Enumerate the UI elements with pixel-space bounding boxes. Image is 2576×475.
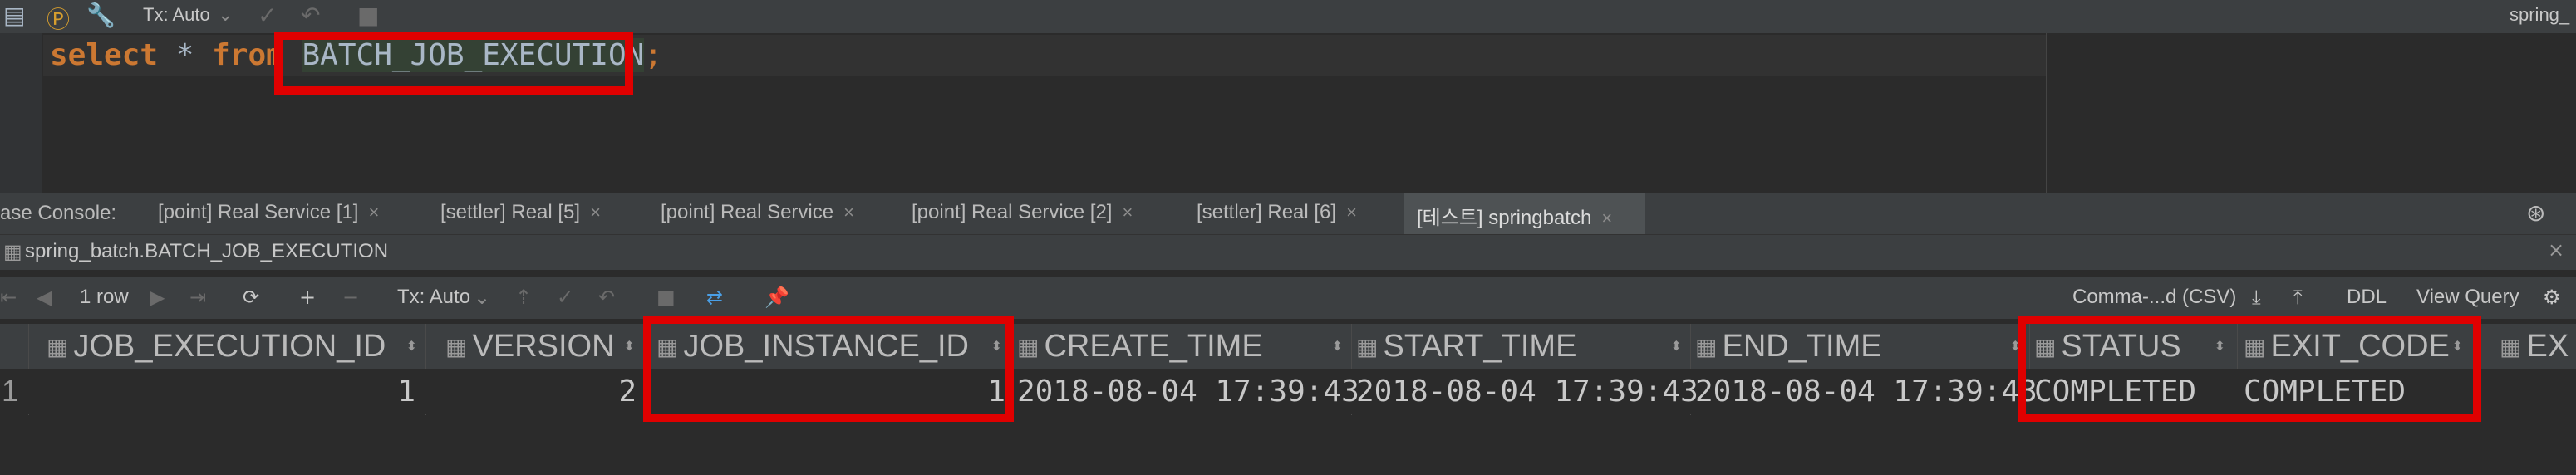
download-icon[interactable]: ⤓ [2252, 286, 2261, 309]
tab-label: [point] Real Service [2] [912, 201, 1113, 223]
cell-job-execution-id[interactable]: 1 [33, 369, 415, 414]
column-header[interactable]: ▦ EX [2500, 324, 2576, 369]
compare-icon[interactable]: ⇄ [706, 286, 723, 309]
column-header[interactable]: ▦ VERSION ⬍ [445, 324, 638, 369]
tab-settler-real-5[interactable]: [settler] Real [5] × [440, 201, 601, 224]
editor-gutter [0, 33, 42, 193]
tx-mode-select[interactable]: Tx: Auto [397, 286, 470, 309]
upload-icon[interactable]: ⤒ [2293, 286, 2303, 309]
row-count[interactable]: 1 row [80, 286, 129, 309]
close-icon[interactable]: × [1601, 208, 1612, 228]
project-name: spring_ [2510, 4, 2570, 25]
close-icon[interactable]: × [368, 202, 379, 223]
close-icon[interactable]: × [1122, 202, 1133, 223]
next-page-icon[interactable]: ▶ [150, 286, 165, 309]
column-icon: ▦ [1356, 332, 1379, 360]
first-page-icon[interactable]: ⇤ [0, 286, 17, 309]
add-row-icon[interactable]: + [299, 286, 316, 309]
column-icon: ▦ [445, 332, 468, 360]
tab-point-real-service-1[interactable]: [point] Real Service [1] × [158, 201, 379, 224]
close-icon[interactable]: × [590, 202, 601, 223]
keyword-select: select [50, 38, 159, 72]
ddl-button[interactable]: DDL [2347, 286, 2387, 309]
sort-icon[interactable]: ⬍ [1671, 338, 1682, 355]
tab-springbatch[interactable]: [테스트] springbatch × [1417, 201, 1612, 230]
settings-gear-icon[interactable]: ⚙ [2543, 286, 2561, 309]
tab-label: [settler] Real [6] [1197, 201, 1337, 223]
cell-create-time[interactable]: 2018-08-04 17:39:43 [1017, 369, 1359, 414]
wrench-icon[interactable]: 🔧 [86, 2, 116, 29]
last-page-icon[interactable]: ⇥ [189, 286, 206, 309]
column-header[interactable]: ▦ CREATE_TIME ⬍ [1017, 324, 1346, 369]
column-icon: ▦ [1017, 332, 1040, 360]
row-number[interactable]: 1 [2, 369, 25, 414]
close-icon[interactable]: × [1346, 202, 1357, 223]
submit-icon[interactable]: ⇡ [515, 286, 532, 309]
tab-point-real-service-2[interactable]: [point] Real Service [2] × [912, 201, 1133, 224]
highlight-box-table-name [274, 32, 633, 95]
table-icon: ▦ [3, 240, 22, 263]
commit-icon[interactable]: ✓ [557, 286, 573, 309]
operator-star: * [175, 38, 194, 72]
commit-icon[interactable]: ✓ [258, 2, 277, 29]
highlight-box-job-instance-id [643, 316, 1014, 422]
close-icon[interactable]: × [843, 202, 854, 223]
refresh-icon[interactable]: ⟳ [243, 286, 259, 309]
sort-icon[interactable]: ⬍ [406, 338, 417, 355]
console-file-icon[interactable]: ▤ [3, 2, 25, 29]
cell-end-time[interactable]: 2018-08-04 17:39:43 [1695, 369, 2038, 414]
cell-start-time[interactable]: 2018-08-04 17:39:43 [1356, 369, 1698, 414]
column-header[interactable]: ▦ JOB_EXECUTION_ID ⬍ [47, 324, 420, 369]
export-format-select[interactable]: Comma-...d (CSV) [2072, 286, 2236, 309]
rollback-icon[interactable]: ↶ [301, 2, 320, 29]
console-label: ase Console: [0, 202, 117, 224]
tab-label: [point] Real Service [1] [158, 201, 359, 223]
view-query-button[interactable]: View Query [2416, 286, 2519, 309]
remove-row-icon[interactable]: − [342, 286, 359, 309]
tab-label: [테스트] springbatch [1417, 207, 1592, 229]
rollback-icon[interactable]: ↶ [598, 286, 615, 309]
right-margin-guide [2046, 33, 2047, 193]
column-header[interactable]: ▦ START_TIME ⬍ [1356, 324, 1685, 369]
profile-icon[interactable]: Ⓟ [47, 2, 70, 35]
prev-page-icon[interactable]: ◀ [37, 286, 52, 309]
pin-icon[interactable]: 📌 [764, 286, 789, 309]
result-title-bar: ▦ spring_batch.BATCH_JOB_EXECUTION × [0, 234, 2576, 270]
settings-gear-icon[interactable]: ⊛ [2526, 199, 2545, 227]
cell-version[interactable]: 2 [432, 369, 637, 414]
semicolon: ; [644, 38, 662, 72]
chevron-down-icon[interactable]: ⌄ [218, 4, 233, 26]
tab-label: [point] Real Service [661, 201, 834, 223]
highlight-box-status-exit-code [2018, 316, 2481, 422]
tab-settler-real-6[interactable]: [settler] Real [6] × [1197, 201, 1357, 224]
tx-mode-select[interactable]: Tx: Auto [143, 4, 210, 26]
stop-icon[interactable]: ■ [656, 286, 676, 309]
result-toolbar: ⇤ ◀ 1 row ▶ ⇥ ⟳ + − Tx: Auto ⌄ ⇡ ✓ ↶ ■ ⇄… [0, 277, 2576, 319]
close-result-icon[interactable]: × [2548, 238, 2564, 262]
column-icon: ▦ [2500, 332, 2522, 360]
grid-empty-area [0, 415, 2576, 475]
top-toolbar: ▤ Ⓟ 🔧 Tx: Auto ⌄ ✓ ↶ ■ spring_ [0, 0, 2576, 34]
keyword-from: from [212, 38, 284, 72]
column-header[interactable]: ▦ END_TIME ⬍ [1695, 324, 2024, 369]
tab-point-real-service[interactable]: [point] Real Service × [661, 201, 854, 224]
sort-icon[interactable]: ⬍ [624, 338, 635, 355]
tab-label: [settler] Real [5] [440, 201, 581, 223]
column-icon: ▦ [1695, 332, 1718, 360]
result-title: spring_batch.BATCH_JOB_EXECUTION [25, 240, 389, 262]
stop-icon[interactable]: ■ [357, 2, 379, 29]
key-column-icon: ▦ [47, 332, 69, 360]
sort-icon[interactable]: ⬍ [1332, 338, 1343, 355]
chevron-down-icon[interactable]: ⌄ [474, 286, 490, 309]
